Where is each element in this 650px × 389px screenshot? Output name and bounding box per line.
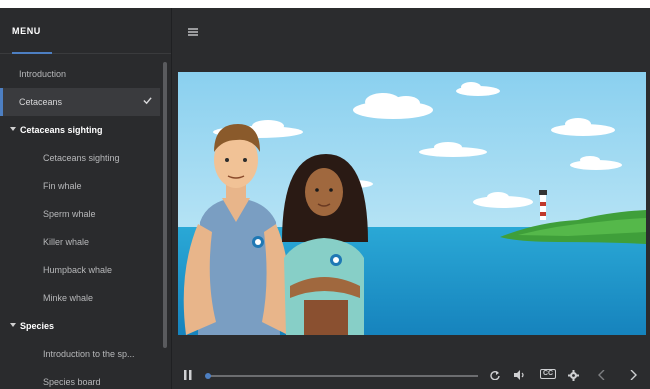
sidebar-item-label: Cetaceans sighting [43,153,120,163]
next-icon[interactable] [630,370,637,380]
sidebar-item-cetaceans[interactable]: Cetaceans [0,88,160,116]
sidebar-item-label: Species board [43,377,101,387]
menu-header: MENU [0,8,171,54]
sidebar-item-killer-whale[interactable]: Killer whale [0,228,160,256]
sidebar-section-species[interactable]: Species [0,312,160,340]
sidebar-item-introduction[interactable]: Introduction [0,60,160,88]
sidebar-section-cetaceans-sighting[interactable]: Cetaceans sighting [0,116,160,144]
course-player: MENU Introduction Cetaceans Cetaceans si… [0,8,650,389]
sidebar-item-label: Cetaceans [19,97,63,107]
menu-list: Introduction Cetaceans Cetaceans sightin… [0,60,160,389]
sidebar-item-label: Humpback whale [43,265,113,275]
sidebar: MENU Introduction Cetaceans Cetaceans si… [0,8,172,389]
sidebar-item-introduction-to-species[interactable]: Introduction to the sp... [0,340,160,368]
sidebar-item-label: Introduction [19,69,67,79]
replay-icon[interactable] [490,370,500,380]
slide-stage [178,72,646,335]
sidebar-item-fin-whale[interactable]: Fin whale [0,172,160,200]
sidebar-item-label: Minke whale [43,293,94,303]
top-bar [172,8,650,54]
sidebar-item-label: Fin whale [43,181,82,191]
prev-icon[interactable] [598,370,605,380]
sidebar-item-label: Introduction to the sp... [43,349,135,359]
check-icon [143,97,152,105]
slide-illustration [178,72,646,335]
sidebar-item-humpback-whale[interactable]: Humpback whale [0,256,160,284]
caret-down-icon [10,323,16,327]
pause-icon[interactable] [184,370,192,380]
sidebar-section-label: Species [20,321,55,331]
sidebar-item-label: Killer whale [43,237,90,247]
menu-title: MENU [12,26,41,36]
volume-icon[interactable] [514,370,526,380]
sidebar-item-cetaceans-sighting[interactable]: Cetaceans sighting [0,144,160,172]
progress-knob[interactable] [205,373,211,379]
player-controls: CC [172,360,650,389]
progress-bar[interactable] [206,375,478,377]
sidebar-item-label: Sperm whale [43,209,96,219]
sidebar-item-sperm-whale[interactable]: Sperm whale [0,200,160,228]
hamburger-icon[interactable] [188,28,198,36]
cc-icon[interactable]: CC [540,369,557,379]
sidebar-section-label: Cetaceans sighting [20,125,103,135]
settings-icon[interactable] [568,370,579,381]
sidebar-item-species-board[interactable]: Species board [0,368,160,389]
sidebar-scrollbar[interactable] [163,62,167,348]
menu-title-underline [12,52,52,54]
sidebar-item-minke-whale[interactable]: Minke whale [0,284,160,312]
caret-down-icon [10,127,16,131]
